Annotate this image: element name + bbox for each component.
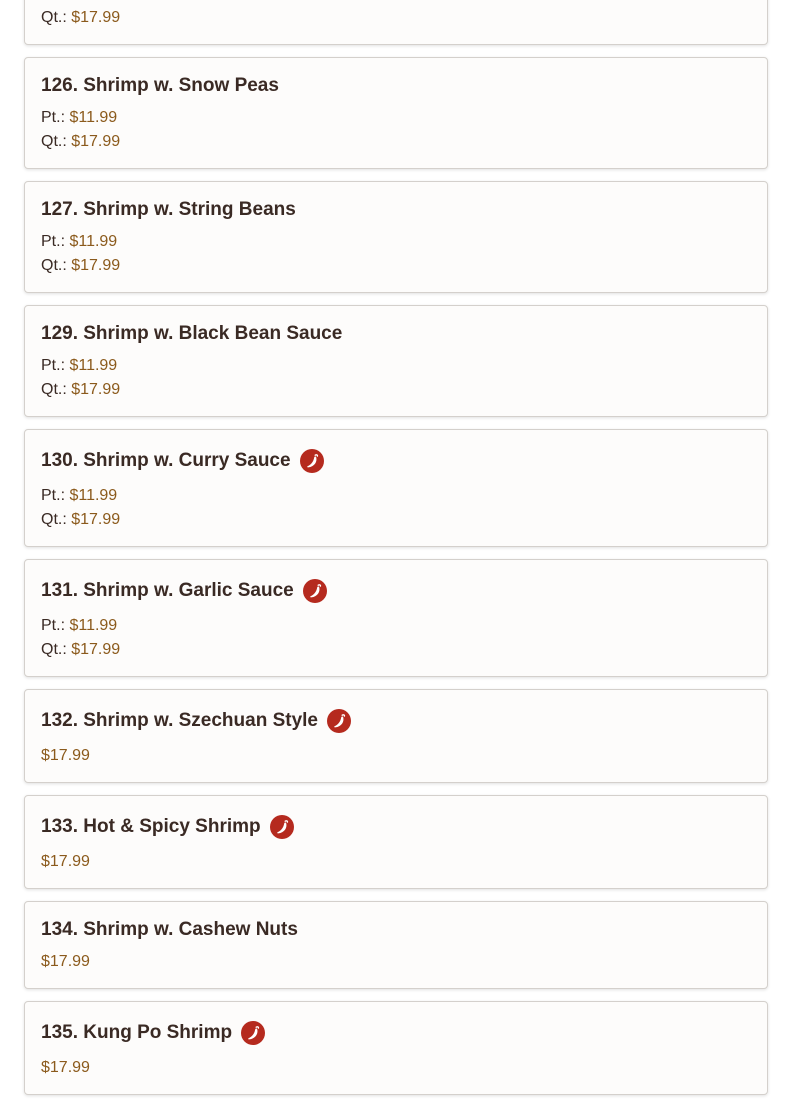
price-value: $17.99 <box>71 381 121 398</box>
menu-item-title-row: 132. Shrimp w. Szechuan Style <box>41 705 751 737</box>
price-list: $17.99 <box>41 744 751 768</box>
price-line: Pt.: $11.99 <box>41 106 751 130</box>
price-value: $11.99 <box>69 617 118 634</box>
price-line: Qt.: $17.99 <box>41 508 751 532</box>
spicy-pepper-icon <box>327 709 352 733</box>
menu-item-card[interactable]: 127. Shrimp w. String Beans Pt.: $11.99 Qt… <box>24 181 768 293</box>
price-value: $11.99 <box>69 0 117 2</box>
size-label: Pt.: <box>41 487 70 504</box>
menu-item-title: 126. Shrimp w. Snow Peas <box>41 75 279 96</box>
price-line: Pt.: $11.99 <box>41 614 751 638</box>
menu-item-title: 127. Shrimp w. String Beans <box>41 199 296 220</box>
price-value: $11.99 <box>69 233 118 250</box>
menu-item-title: 133. Hot & Spicy Shrimp <box>41 816 261 837</box>
menu-item-card[interactable]: Pt.: $11.99 Qt.: $17.99 <box>24 0 768 45</box>
price-value: $17.99 <box>41 953 90 970</box>
size-label: Pt.: <box>41 357 70 374</box>
menu-item-title-row: 126. Shrimp w. Snow Peas <box>41 73 751 99</box>
menu-item-title-row: 131. Shrimp w. Garlic Sauce <box>41 575 751 607</box>
menu-item-title-row: 135. Kung Po Shrimp <box>41 1017 751 1049</box>
spicy-pepper-icon <box>269 815 294 839</box>
menu-item-title-row: 127. Shrimp w. String Beans <box>41 197 751 223</box>
size-label: Qt.: <box>41 257 72 274</box>
size-label: Pt.: <box>41 0 69 2</box>
menu-item-title: 132. Shrimp w. Szechuan Style <box>41 710 319 731</box>
spicy-pepper-icon <box>302 579 327 603</box>
menu-item-title: 130. Shrimp w. Curry Sauce <box>41 450 291 471</box>
price-value: $11.99 <box>69 487 118 504</box>
price-list: $17.99 <box>41 950 751 974</box>
price-list: Pt.: $11.99Qt.: $17.99 <box>41 614 751 662</box>
price-value: $17.99 <box>71 511 121 528</box>
menu-item-title: 129. Shrimp w. Black Bean Sauce <box>41 323 343 344</box>
price-line: Pt.: $11.99 <box>41 230 751 254</box>
price-line: Qt.: $17.99 <box>41 6 751 30</box>
price-value: $17.99 <box>41 747 90 764</box>
menu-item-title-row: 134. Shrimp w. Cashew Nuts <box>41 917 751 943</box>
price-line: Qt.: $17.99 <box>41 254 751 278</box>
price-value: $11.99 <box>69 357 118 374</box>
price-value: $17.99 <box>71 257 121 274</box>
price-value: $17.99 <box>71 641 121 658</box>
price-value: $17.99 <box>41 853 90 870</box>
menu-item-title-row: 133. Hot & Spicy Shrimp <box>41 811 751 843</box>
price-line: Pt.: $11.99 <box>41 354 751 378</box>
menu-item-card[interactable]: 131. Shrimp w. Garlic Sauce Pt.: $11.99 Qt… <box>24 559 768 677</box>
menu-item-title: 131. Shrimp w. Garlic Sauce <box>41 580 294 601</box>
menu-item-card[interactable]: 130. Shrimp w. Curry Sauce Pt.: $11.99 Qt.… <box>24 429 768 547</box>
menu-item-title-row: 129. Shrimp w. Black Bean Sauce <box>41 321 751 347</box>
size-label: Qt.: <box>41 133 72 150</box>
price-list: Pt.: $11.99Qt.: $17.99 <box>41 106 751 154</box>
size-label: Qt.: <box>41 511 72 528</box>
size-label: Qt.: <box>41 641 72 658</box>
menu-item-card[interactable]: 133. Hot & Spicy Shrimp $17.99 <box>24 795 768 889</box>
price-line: $17.99 <box>41 1056 751 1080</box>
price-value: $17.99 <box>71 133 121 150</box>
price-line: $17.99 <box>41 744 751 768</box>
menu-item-card[interactable]: 132. Shrimp w. Szechuan Style $17.99 <box>24 689 768 783</box>
price-value: $11.99 <box>69 109 118 126</box>
menu-item-title: 135. Kung Po Shrimp <box>41 1022 233 1043</box>
size-label: Pt.: <box>41 109 70 126</box>
menu-item-title-row: 130. Shrimp w. Curry Sauce <box>41 445 751 477</box>
menu-item-title: 134. Shrimp w. Cashew Nuts <box>41 919 298 940</box>
price-line: Qt.: $17.99 <box>41 378 751 402</box>
price-value: $17.99 <box>41 1059 90 1076</box>
size-label: Pt.: <box>41 233 70 250</box>
menu-item-card[interactable]: 135. Kung Po Shrimp $17.99 <box>24 1001 768 1095</box>
spicy-pepper-icon <box>241 1021 266 1045</box>
size-label: Qt.: <box>41 9 72 26</box>
price-list: $17.99 <box>41 850 751 874</box>
menu-item-card[interactable]: 134. Shrimp w. Cashew Nuts $17.99 <box>24 901 768 989</box>
price-line: $17.99 <box>41 950 751 974</box>
price-list: Pt.: $11.99 Qt.: $17.99 <box>41 0 751 30</box>
spicy-pepper-icon <box>299 449 324 473</box>
menu-item-list: Pt.: $11.99Qt.: $17.99126. Shrimp w. Sno… <box>24 0 768 1107</box>
price-value: $17.99 <box>71 9 121 26</box>
price-line: Qt.: $17.99 <box>41 130 751 154</box>
price-list: Pt.: $11.99Qt.: $17.99 <box>41 230 751 278</box>
menu-item-card[interactable]: 126. Shrimp w. Snow Peas Pt.: $11.99 Qt.: … <box>24 57 768 169</box>
price-list: Pt.: $11.99Qt.: $17.99 <box>41 354 751 402</box>
size-label: Qt.: <box>41 381 72 398</box>
price-line: Pt.: $11.99 <box>41 484 751 508</box>
price-line: $17.99 <box>41 850 751 874</box>
price-list: $17.99 <box>41 1056 751 1080</box>
price-list: Pt.: $11.99Qt.: $17.99 <box>41 484 751 532</box>
size-label: Pt.: <box>41 617 70 634</box>
price-line: Qt.: $17.99 <box>41 638 751 662</box>
menu-item-card[interactable]: 129. Shrimp w. Black Bean Sauce Pt.: $11.… <box>24 305 768 417</box>
